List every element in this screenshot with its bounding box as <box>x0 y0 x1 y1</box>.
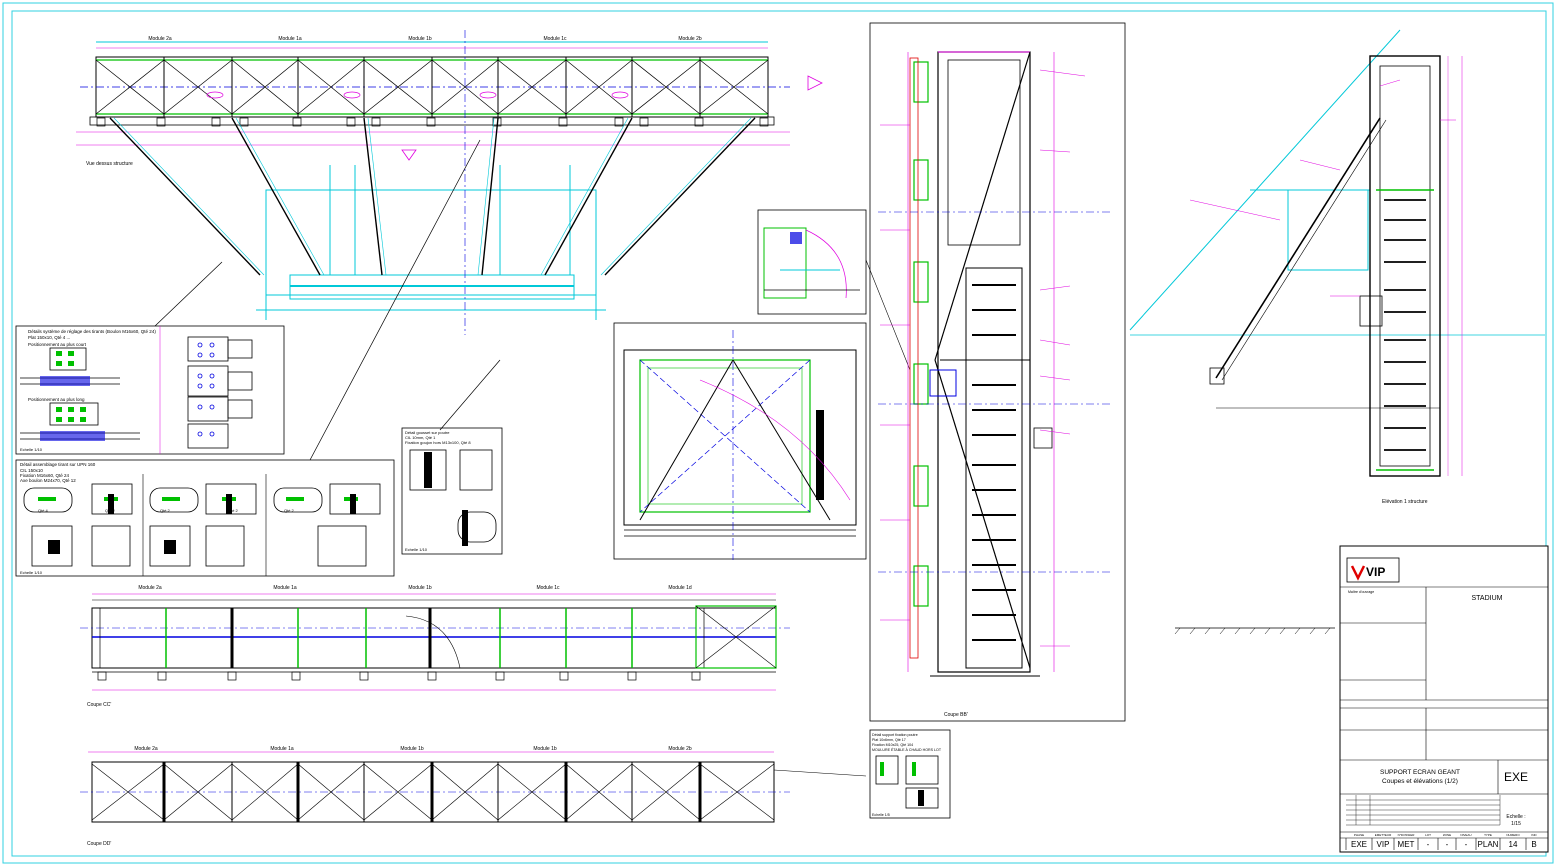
module-label: Module 2a <box>138 585 162 591</box>
detail-scale: Echelle 1/10 <box>405 547 428 552</box>
logo-text: VIP <box>1366 565 1385 579</box>
footer-header: NIVEAU <box>1460 833 1471 837</box>
project-name: STADIUM <box>1472 595 1503 602</box>
module-label: Module 1b <box>408 36 432 42</box>
footer-value: B <box>1531 840 1536 849</box>
section-cc: Module 2a Module 1a Module 1b Module 1c … <box>80 585 790 708</box>
elevation-view: Elévation 1 structure <box>1129 29 1545 635</box>
module-label: Module 1b <box>533 746 557 752</box>
module-label: Module 1a <box>273 585 297 591</box>
module-label: Module 1c <box>536 585 560 591</box>
detail-text: Positionnement au plus court <box>28 342 87 347</box>
section-dd: Module 2a Module 1a Module 1b Module 1b … <box>80 746 867 847</box>
detail-tie-rod: Détails système de réglage des tirants (… <box>15 325 285 455</box>
footer-header: IND <box>1531 833 1537 837</box>
footer-header: TYPE <box>1484 833 1492 837</box>
footer-value: PLAN <box>1478 840 1499 849</box>
detail-text: MOULURE ÉTABLE À CHAUD HORS LOT <box>872 747 942 752</box>
module-label: Module 2a <box>134 746 158 752</box>
module-label: Module 1b <box>408 585 432 591</box>
module-label: Module 1c <box>543 36 567 42</box>
footer-header: N°DOSSIER <box>1398 833 1416 837</box>
detail-gusset: Détail gousset sur poutre CIL 10mm, Qté … <box>401 427 503 555</box>
footer-value: EXE <box>1351 840 1367 849</box>
qty-label: Qté 2 <box>228 508 239 513</box>
section-bb: Coupe BB' <box>869 22 1126 722</box>
top-view: Module 2a Module 1a Module 1b Module 1c … <box>76 30 823 335</box>
footer-value: - <box>1427 840 1430 849</box>
detail-text: Positionnement au plus long <box>28 397 85 402</box>
detail-title: Détail assemblage tirant sur UPN 160 <box>20 462 96 467</box>
drawing-title: SUPPORT ECRAN GEANT <box>1380 769 1460 776</box>
view-caption: Vue dessus structure <box>86 161 133 167</box>
view-caption: Coupe DD' <box>87 841 111 847</box>
footer-value: 14 <box>1509 840 1518 849</box>
view-caption: Coupe CC' <box>87 702 111 708</box>
qty-label: Qté 4 <box>38 508 49 513</box>
detail-bracket: Détail support fixation poutre Plat 10x6… <box>869 729 951 819</box>
detail-title: Détail support fixation poutre <box>872 733 918 737</box>
drawing-sheet: Module 2a Module 1a Module 1b Module 1c … <box>2 2 1554 864</box>
detail-scale: Echelle 1/5 <box>872 813 890 817</box>
module-label: Module 2b <box>668 746 692 752</box>
qty-label: Qté 2 <box>284 508 295 513</box>
footer-value: MET <box>1398 840 1415 849</box>
detail-text: Plat 10x6mm, Qté 17 <box>872 738 906 742</box>
view-caption: Coupe BB' <box>944 712 968 718</box>
footer-header: LOT <box>1425 833 1431 837</box>
footer-value: - <box>1446 840 1449 849</box>
qty-label: Qté 2 <box>105 508 116 513</box>
module-label: Module 2a <box>148 36 172 42</box>
footer-value: VIP <box>1377 840 1390 849</box>
module-label: Module 1b <box>400 746 424 752</box>
detail-text: Fixation M10x25, Qté 104 <box>872 743 913 747</box>
module-label: Module 1a <box>270 746 294 752</box>
detail-node <box>613 322 867 560</box>
scale-label: Echelle : <box>1506 814 1525 820</box>
detail-scale: Echelle 1/10 <box>20 570 43 575</box>
detail-upn-assembly: Détail assemblage tirant sur UPN 160 CIL… <box>15 459 395 577</box>
qty-label: Qté 2 <box>160 508 171 513</box>
footer-header: PHASE <box>1354 833 1364 837</box>
module-label: Module 1a <box>278 36 302 42</box>
view-caption: Elévation 1 structure <box>1382 499 1428 505</box>
inner-frame <box>11 10 1547 857</box>
title-block: VIP Maître d'ouvrage STADIUM SUPPORT ECR… <box>1339 545 1549 853</box>
phase-label: EXE <box>1504 770 1528 784</box>
client-label: Maître d'ouvrage <box>1348 590 1374 594</box>
module-label: Module 1d <box>668 585 692 591</box>
drawing-subtitle: Coupes et élévations (1/2) <box>1382 778 1458 785</box>
footer-header: NUMERO <box>1506 833 1520 837</box>
scale-value: 1/15 <box>1511 821 1521 827</box>
footer-value: - <box>1465 840 1468 849</box>
detail-small-node <box>757 209 911 371</box>
detail-title: Détails système de réglage des tirants (… <box>28 329 156 334</box>
footer-header: EMETTEUR <box>1375 833 1392 837</box>
detail-text: Axe boulon M24x70, Qté 12 <box>20 478 76 483</box>
detail-text: Plat 150x10, Qté 4 ... <box>28 335 70 340</box>
footer-header: ZONE <box>1443 833 1451 837</box>
detail-text: Fixation goujon hors M13x100, Qté 8 <box>405 440 471 445</box>
detail-scale: Echelle 1/10 <box>20 447 43 452</box>
module-label: Module 2b <box>678 36 702 42</box>
